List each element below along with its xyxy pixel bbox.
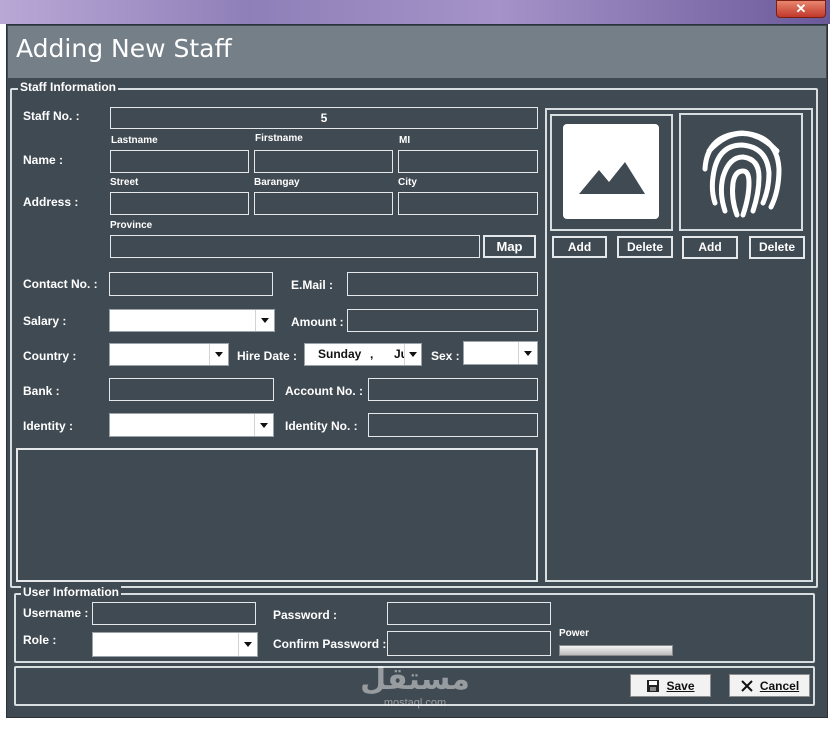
address-label: Address : [23,195,79,209]
city-field[interactable] [398,192,538,215]
confirm-password-field[interactable] [387,631,551,656]
role-label: Role : [23,633,57,647]
email-field[interactable] [347,272,538,296]
country-label: Country : [23,349,77,363]
chevron-down-icon [255,310,274,331]
close-icon [741,679,753,692]
lastname-field[interactable] [110,150,249,173]
staff-no-field[interactable]: 5 [110,107,538,129]
province-field[interactable] [110,235,480,258]
bank-field[interactable] [109,378,274,401]
hire-date-picker[interactable]: Sunday , Ju [304,343,422,366]
street-label: Street [110,177,139,188]
watermark-arabic: مستقل [360,662,470,697]
role-select[interactable] [92,632,258,657]
hire-date-separator: , [370,347,374,361]
cancel-label: Cancel [759,678,800,693]
email-label: E.Mail : [291,278,334,292]
contact-label: Contact No. : [23,277,98,291]
fingerprint-add-button[interactable]: Add [682,236,738,259]
staff-info-legend: Staff Information [18,80,118,94]
os-title-bar [0,0,830,24]
staff-no-label: Staff No. : [23,109,80,123]
sex-label: Sex : [431,349,460,363]
fingerprint-icon [702,130,782,218]
photo-add-button[interactable]: Add [552,236,607,258]
mi-label: MI [399,135,411,146]
amount-label: Amount : [291,315,344,329]
province-label: Province [110,220,153,231]
chevron-down-icon [404,344,421,365]
firstname-field[interactable] [254,150,393,173]
password-field[interactable] [387,602,551,625]
salary-select[interactable] [109,309,275,332]
username-field[interactable] [92,602,256,625]
account-label: Account No. : [285,384,363,398]
chevron-down-icon [209,344,228,365]
window-close-button[interactable]: ✕ [776,0,826,18]
chevron-down-icon [518,342,537,364]
chevron-down-icon [254,414,273,436]
power-label: Power [559,628,590,639]
hire-date-label: Hire Date : [237,349,298,363]
identity-no-field[interactable] [368,413,538,437]
amount-field[interactable] [347,309,538,332]
watermark-logo: مستقل mostaql.com [350,663,480,723]
notes-textarea[interactable] [16,448,538,582]
street-field[interactable] [110,192,249,215]
password-label: Password : [273,608,338,622]
contact-field[interactable] [109,272,273,296]
page-title: Adding New Staff [16,34,232,63]
hire-date-day: Sunday [318,347,362,361]
identity-label: Identity : [23,419,73,433]
account-field[interactable] [368,378,538,401]
fingerprint-delete-button[interactable]: Delete [749,236,805,259]
map-button[interactable]: Map [483,235,536,258]
password-strength-bar [559,645,673,656]
barangay-label: Barangay [254,177,300,188]
confirm-password-label: Confirm Password : [273,637,387,651]
country-select[interactable] [109,343,229,366]
username-label: Username : [23,606,89,620]
salary-label: Salary : [23,314,67,328]
firstname-label: Firstname [255,133,303,144]
photo-delete-button[interactable]: Delete [617,236,673,258]
bank-label: Bank : [23,384,60,398]
image-placeholder-icon [563,124,659,219]
identity-select[interactable] [109,413,274,437]
save-label: Save [666,678,695,693]
chevron-down-icon [238,633,257,656]
name-label: Name : [23,153,64,167]
mi-field[interactable] [398,150,538,173]
city-label: City [398,177,417,188]
identity-no-label: Identity No. : [285,419,358,433]
fingerprint-frame [679,113,803,231]
sex-select[interactable] [463,341,538,365]
cancel-button[interactable]: Cancel [729,674,810,697]
watermark-url: mostaql.com [383,697,447,709]
save-button[interactable]: Save [630,674,711,697]
lastname-label: Lastname [111,135,158,146]
floppy-disk-icon [647,679,660,692]
barangay-field[interactable] [254,192,393,215]
user-info-legend: User Information [21,585,122,599]
